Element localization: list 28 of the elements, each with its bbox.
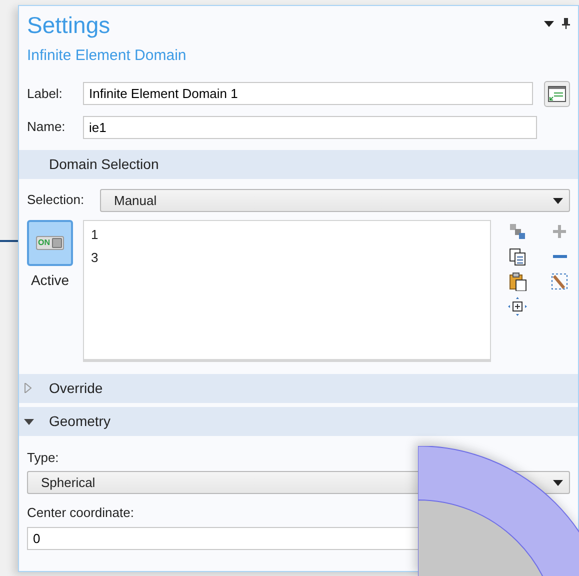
center-coordinate-field[interactable]: 0: [27, 526, 418, 550]
panel-title: Settings: [27, 14, 112, 37]
section-header[interactable]: Override: [19, 374, 578, 402]
paste-icon[interactable]: [508, 272, 528, 290]
section-header[interactable]: Geometry: [19, 406, 578, 436]
center-coordinate-label: Center coordinate:: [27, 504, 135, 522]
copy-icon[interactable]: [508, 246, 528, 266]
selection-list[interactable]: 1 3: [83, 220, 491, 362]
collapse-icon[interactable]: [24, 418, 34, 426]
section-header[interactable]: Domain Selection: [19, 150, 578, 178]
selection-dropdown[interactable]: Manual: [100, 188, 570, 212]
label-label: Label:: [27, 84, 64, 103]
list-item[interactable]: 1: [91, 222, 483, 246]
selection-label: Selection:: [27, 191, 84, 210]
select-icon[interactable]: [508, 222, 528, 240]
text-field[interactable]: Infinite Element Domain 1: [83, 82, 534, 105]
zoom-to-selection-icon[interactable]: [508, 296, 528, 316]
text-field[interactable]: ie1: [83, 116, 537, 138]
list-item[interactable]: 3: [91, 246, 483, 268]
caret-icon: [553, 480, 563, 486]
show-description-button[interactable]: [544, 80, 570, 106]
clear-selection-icon[interactable]: [550, 272, 570, 290]
active-label: Active: [30, 270, 70, 290]
caret-icon: [553, 198, 563, 204]
name-label: Name:: [27, 118, 66, 136]
panel-subtitle: Infinite Element Domain: [27, 46, 186, 66]
toggle-text: ON: [38, 238, 50, 248]
type-label: Type:: [27, 448, 60, 467]
